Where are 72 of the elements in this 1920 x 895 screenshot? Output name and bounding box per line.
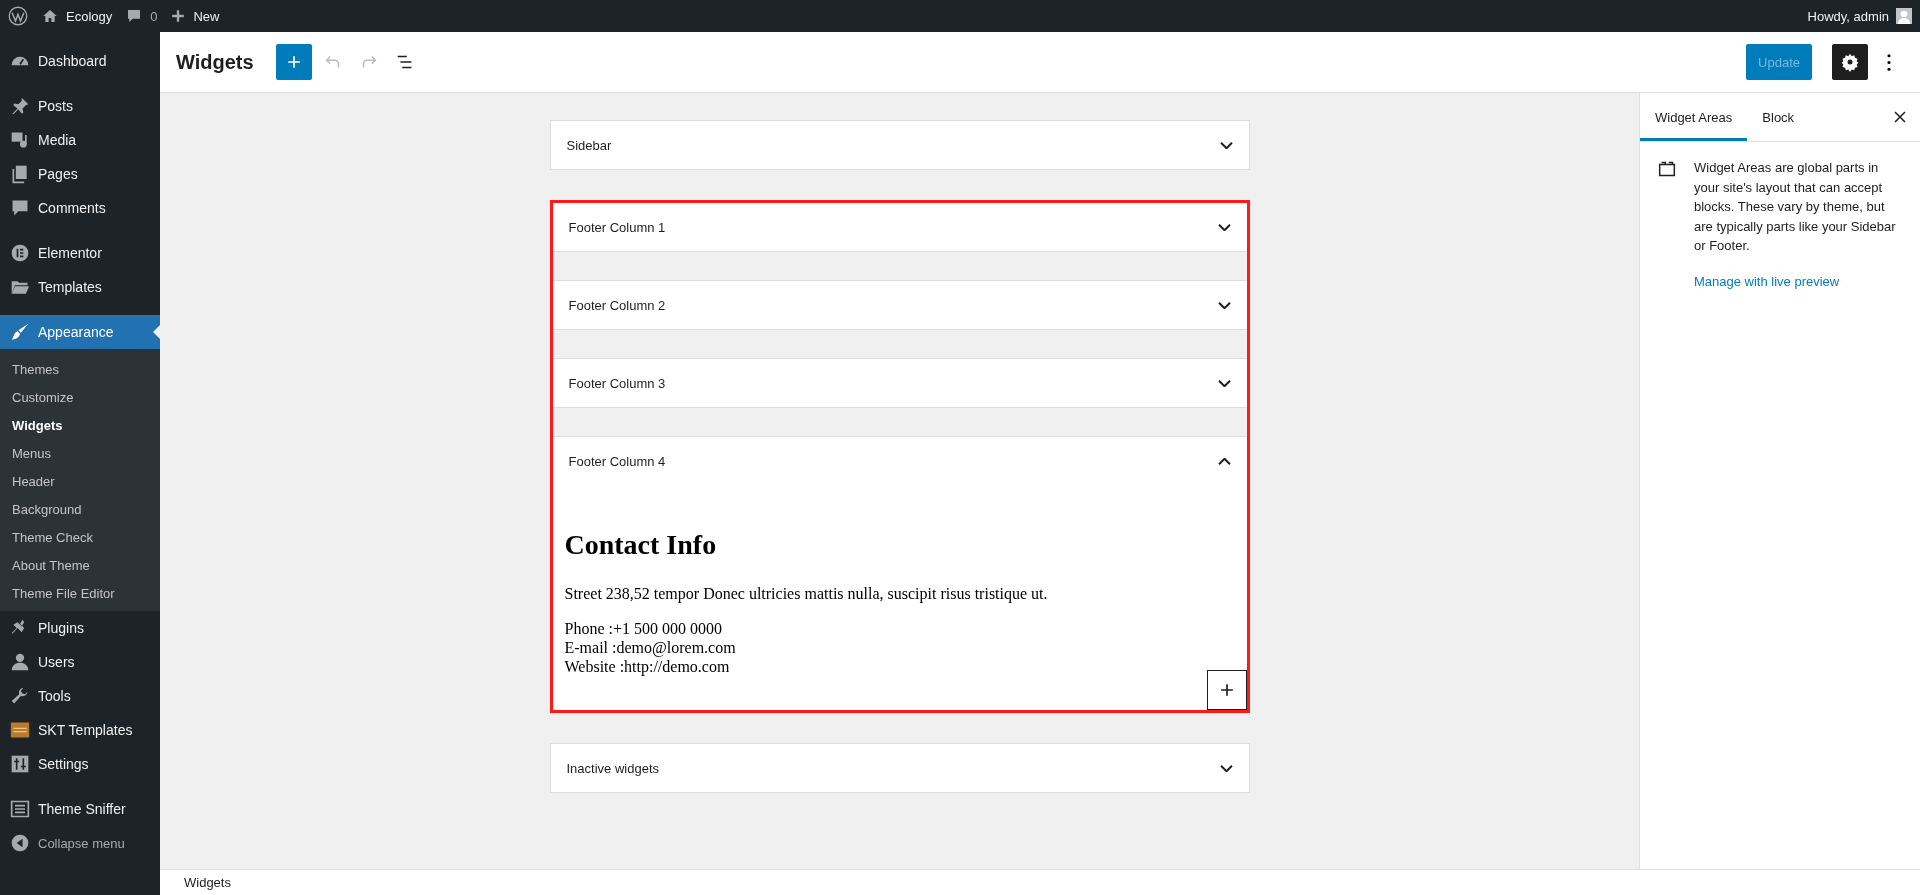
- add-block-button[interactable]: [275, 44, 312, 80]
- pushpin-icon: [10, 96, 30, 116]
- pages-icon: [10, 164, 30, 184]
- vertical-ellipsis-icon: [1887, 53, 1891, 71]
- widget-area-toggle[interactable]: Inactive widgets: [550, 744, 1249, 792]
- chevron-down-icon: [1217, 301, 1231, 309]
- menu-item[interactable]: Appearance: [0, 315, 160, 349]
- speech-bubble-icon: [126, 8, 143, 24]
- list-icon: [10, 799, 30, 819]
- chevron-down-icon: [1217, 379, 1231, 387]
- chevron-up-icon: [1217, 457, 1231, 465]
- menu-item[interactable]: Theme Sniffer: [0, 792, 160, 826]
- submenu-item[interactable]: Widgets: [0, 412, 160, 440]
- collapse-menu-button[interactable]: Collapse menu: [0, 826, 160, 860]
- widget-area-toggle[interactable]: Footer Column 1: [552, 203, 1247, 251]
- site-name-link[interactable]: Ecology: [42, 8, 113, 24]
- widget-area-toggle[interactable]: Footer Column 3: [552, 359, 1247, 407]
- submenu-item[interactable]: Theme Check: [0, 524, 160, 552]
- breadcrumb: Widgets: [184, 875, 231, 890]
- inspector-tab[interactable]: Widget Areas: [1640, 93, 1748, 141]
- speech-bubble-icon: [10, 198, 30, 218]
- settings-button[interactable]: [1832, 44, 1868, 80]
- widget-areas-description: Widget Areas are global parts in your site's layout that can accept blocks. These vary by theme, but are typically parts like your Sidebar or Footer.: [1694, 159, 1897, 255]
- page-title: Widgets: [176, 50, 254, 74]
- widget-paragraph: Street 238,52 tempor Donec ultricies mattis nulla, suscipit risus tristique ut.: [564, 585, 1049, 603]
- sliders-icon: [10, 754, 30, 774]
- skt-logo-icon: [10, 720, 30, 740]
- home-icon: [42, 8, 58, 24]
- chevron-down-icon: [1217, 223, 1231, 231]
- add-block-appender-button[interactable]: [1206, 670, 1247, 710]
- gear-icon: [1840, 52, 1860, 72]
- avatar-icon: [1896, 8, 1912, 24]
- media-icon: [10, 130, 30, 150]
- submenu-item[interactable]: Customize: [0, 384, 160, 412]
- menu-item[interactable]: Pages: [0, 157, 160, 191]
- wrench-icon: [10, 686, 30, 706]
- contact-line: E-mail :demo@lorem.com: [564, 638, 737, 657]
- plus-icon: [171, 9, 186, 23]
- submenu-item[interactable]: Header: [0, 468, 160, 496]
- widget-heading: Contact Info: [564, 529, 718, 561]
- menu-item[interactable]: Settings: [0, 747, 160, 781]
- menu-item[interactable]: Tools: [0, 679, 160, 713]
- chevron-down-icon: [1219, 764, 1233, 772]
- inspector-tab[interactable]: Block: [1747, 93, 1810, 141]
- menu-item[interactable]: Dashboard: [0, 44, 160, 78]
- menu-item[interactable]: Users: [0, 645, 160, 679]
- wordpress-logo-icon[interactable]: [8, 6, 28, 26]
- submenu-item[interactable]: Theme File Editor: [0, 580, 160, 608]
- widget-area-toggle[interactable]: Footer Column 2: [552, 281, 1247, 329]
- person-icon: [10, 652, 30, 672]
- menu-item[interactable]: Media: [0, 123, 160, 157]
- contact-line: Phone :+1 500 000 0000: [564, 619, 723, 638]
- widget-area-toggle[interactable]: Sidebar: [550, 121, 1249, 169]
- contact-line: Website :http://demo.com: [564, 657, 731, 676]
- menu-item[interactable]: Templates: [0, 270, 160, 304]
- comments-link[interactable]: 0: [126, 8, 158, 24]
- menu-item[interactable]: Elementor: [0, 236, 160, 270]
- paintbrush-icon: [10, 322, 30, 342]
- submenu-item[interactable]: About Theme: [0, 552, 160, 580]
- submenu-item[interactable]: Background: [0, 496, 160, 524]
- submenu-item[interactable]: Menus: [0, 440, 160, 468]
- new-link[interactable]: New: [171, 8, 220, 24]
- menu-item[interactable]: Posts: [0, 89, 160, 123]
- menu-item[interactable]: Comments: [0, 191, 160, 225]
- e-circle-icon: [10, 243, 30, 263]
- account-link[interactable]: Howdy, admin: [1807, 8, 1912, 24]
- menu-item[interactable]: Plugins: [0, 611, 160, 645]
- chevron-down-icon: [1219, 141, 1233, 149]
- submenu-item[interactable]: Themes: [0, 356, 160, 384]
- menu-item[interactable]: SKT Templates: [0, 713, 160, 747]
- live-preview-link[interactable]: Manage with live preview: [1694, 273, 1840, 289]
- widget-area-toggle[interactable]: Footer Column 4: [552, 437, 1247, 485]
